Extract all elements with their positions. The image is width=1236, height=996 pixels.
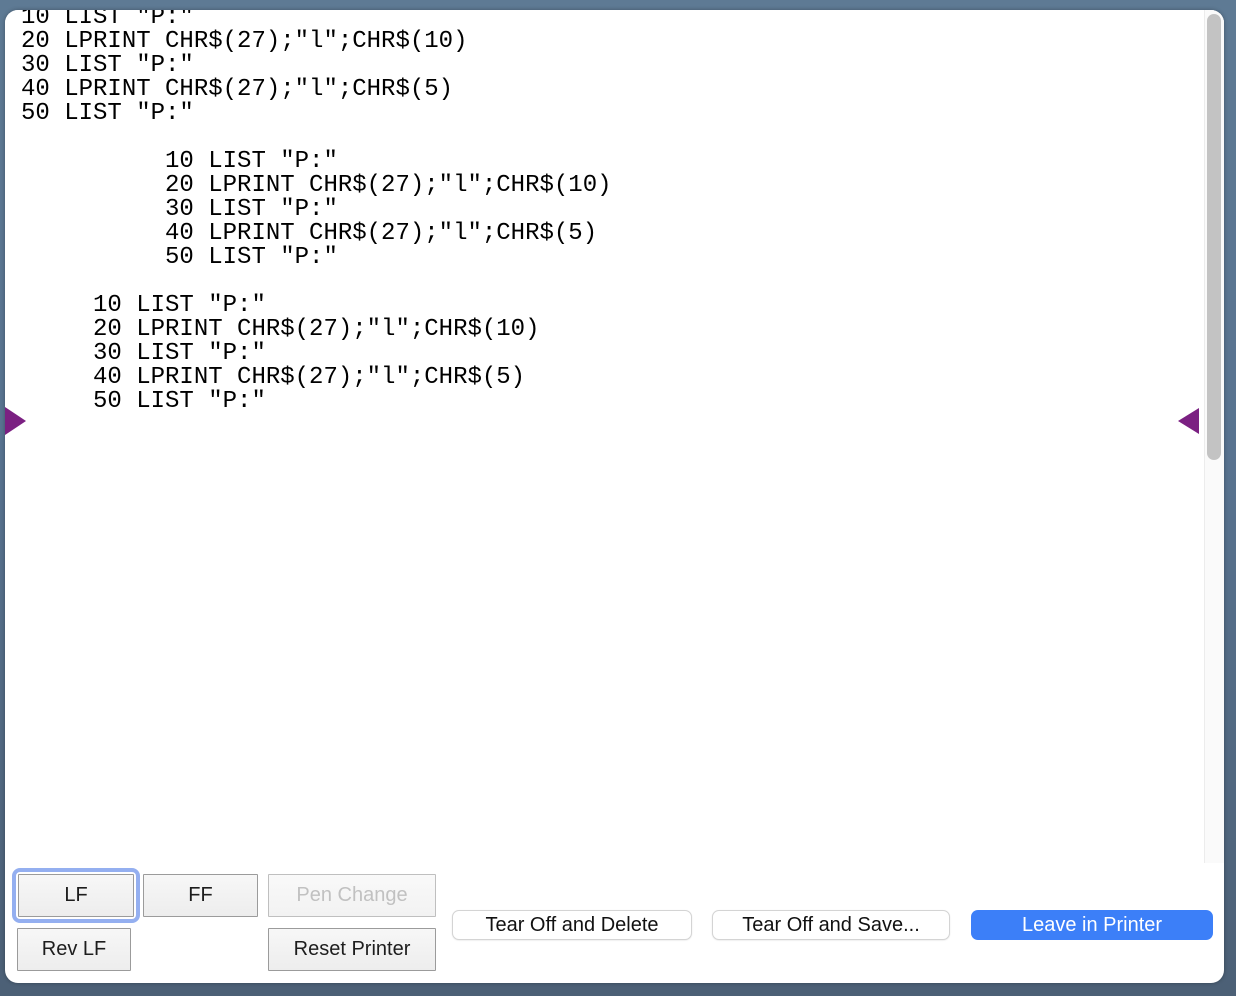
rev-lf-button[interactable]: Rev LF	[17, 928, 131, 971]
printer-paper-view: 10 LIST "P:" 20 LPRINT CHR$(27);"l";CHR$…	[5, 10, 1224, 863]
lf-button[interactable]: LF	[18, 874, 134, 917]
reset-printer-button[interactable]: Reset Printer	[268, 928, 436, 971]
scrollbar-thumb[interactable]	[1207, 14, 1221, 460]
tear-marker-right-icon	[1178, 408, 1199, 434]
ff-button[interactable]: FF	[143, 874, 258, 917]
leave-in-printer-button[interactable]: Leave in Printer	[971, 910, 1213, 940]
printer-output-text: 10 LIST "P:" 20 LPRINT CHR$(27);"l";CHR$…	[21, 10, 612, 414]
pen-change-button[interactable]: Pen Change	[268, 874, 436, 917]
tear-off-and-save-button[interactable]: Tear Off and Save...	[712, 910, 950, 940]
tear-marker-left-icon	[5, 407, 26, 435]
tear-off-and-delete-button[interactable]: Tear Off and Delete	[452, 910, 692, 940]
printer-preview-window: 10 LIST "P:" 20 LPRINT CHR$(27);"l";CHR$…	[5, 10, 1224, 983]
vertical-scrollbar[interactable]	[1204, 10, 1224, 863]
